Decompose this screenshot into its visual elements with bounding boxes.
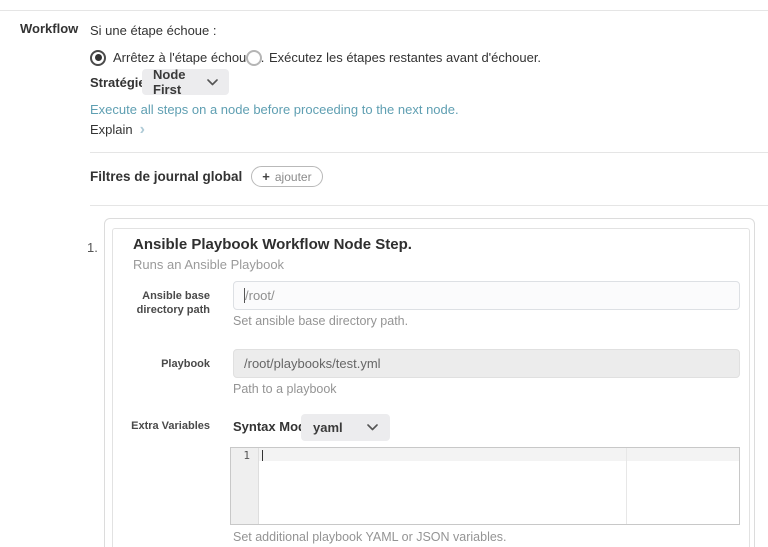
step-title: Ansible Playbook Workflow Node Step. xyxy=(133,236,412,253)
editor-line-number: 1 xyxy=(243,449,250,462)
divider xyxy=(0,10,768,11)
radio-selected-icon[interactable] xyxy=(90,50,106,66)
divider xyxy=(90,205,768,206)
step-subtitle: Runs an Ansible Playbook xyxy=(133,257,284,272)
radio-label: Exécutez les étapes restantes avant d'éc… xyxy=(269,50,541,65)
radio-unselected-icon[interactable] xyxy=(246,50,262,66)
explain-link[interactable]: Explain › xyxy=(90,122,145,137)
extra-vars-help-text: Set additional playbook YAML or JSON var… xyxy=(233,530,507,544)
on-failure-prompt: Si une étape échoue : xyxy=(90,23,217,38)
log-filters-title: Filtres de journal global xyxy=(90,169,242,184)
chevron-right-icon: › xyxy=(140,123,145,136)
base-dir-input[interactable]: /root/ xyxy=(233,281,740,310)
chevron-down-icon xyxy=(207,79,218,86)
divider xyxy=(90,152,768,153)
strategy-label: Stratégie: xyxy=(90,75,150,90)
extra-vars-code-editor[interactable]: 1 xyxy=(230,447,740,525)
editor-line-number-gutter: 1 xyxy=(231,448,259,524)
chevron-down-icon xyxy=(367,424,378,431)
syntax-mode-select[interactable]: yaml xyxy=(301,414,390,441)
base-dir-input-value: /root/ xyxy=(245,288,275,303)
radio-label: Arrêtez à l'étape échouée. xyxy=(113,50,264,65)
editor-cursor xyxy=(262,450,263,461)
add-log-filter-button[interactable]: + ajouter xyxy=(251,166,322,187)
editor-print-margin xyxy=(626,448,627,524)
workflow-section-label: Workflow xyxy=(20,21,78,36)
playbook-help-text: Path to a playbook xyxy=(233,382,337,396)
strategy-description: Execute all steps on a node before proce… xyxy=(90,102,459,117)
add-button-label: ajouter xyxy=(275,171,312,183)
radio-option-run-remaining[interactable]: Exécutez les étapes restantes avant d'éc… xyxy=(246,49,541,66)
playbook-field-label: Playbook xyxy=(115,357,210,371)
playbook-input[interactable]: /root/playbooks/test.yml xyxy=(233,349,740,378)
playbook-input-value: /root/playbooks/test.yml xyxy=(244,356,381,371)
strategy-select[interactable]: Node First xyxy=(142,69,229,95)
global-log-filters-row: Filtres de journal global + ajouter xyxy=(90,166,323,187)
base-dir-help-text: Set ansible base directory path. xyxy=(233,314,408,328)
strategy-select-value: Node First xyxy=(153,67,207,97)
workflow-editor-page: Workflow Si une étape échoue : Arrêtez à… xyxy=(0,0,768,547)
editor-active-line xyxy=(259,448,739,461)
radio-option-stop-at-failed[interactable]: Arrêtez à l'étape échouée. xyxy=(90,49,264,66)
base-dir-field-label: Ansible base directory path xyxy=(115,289,210,317)
step-number: 1. xyxy=(87,240,98,255)
explain-label: Explain xyxy=(90,122,133,137)
plus-icon: + xyxy=(262,170,270,183)
syntax-mode-select-value: yaml xyxy=(313,420,343,435)
extra-vars-field-label: Extra Variables xyxy=(115,419,210,433)
